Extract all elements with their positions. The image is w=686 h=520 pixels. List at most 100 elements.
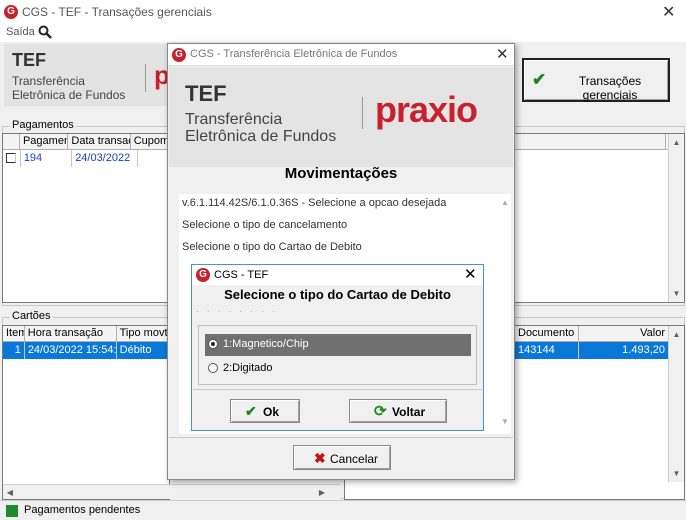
banner-line2: Eletrônica de Fundos [185,128,337,145]
option-label: 2:Digitado [223,362,273,374]
tef-dialog-footer: ✖ Cancelar [169,437,513,479]
scroll-up-icon[interactable]: ▲ [669,138,684,147]
messages-vscroll[interactable]: ▲ ▼ [500,196,510,434]
option-digitado[interactable]: 2:Digitado [205,358,471,380]
header-pagamento[interactable]: Pagamento [20,134,69,149]
app-logo-icon: G [196,268,210,282]
select-dialog-title: CGS - TEF [214,269,269,281]
cancel-x-icon: ✖ [314,450,326,466]
radio-icon[interactable] [208,363,218,373]
cell-valor: 1.493,20 [579,342,669,359]
menu-saida[interactable]: Saída [6,26,35,38]
message-line: v.6.1.114.42S/6.1.0.36S - Selecione a op… [182,197,447,209]
tef-dialog-titlebar: G CGS - Transferência Eletrônica de Fund… [168,44,514,66]
cell-documento: 143144 [515,342,579,359]
header-cupom[interactable]: Cupom [131,134,168,149]
movimentacoes-heading: Movimentações [284,165,398,182]
option-magnetico-chip[interactable]: 1:Magnetico/Chip [205,334,471,356]
status-indicator-icon [6,505,18,517]
banner-divider [362,97,363,129]
header-documento[interactable]: Documento [515,326,579,341]
banner-tef-label: TEF [12,50,46,70]
search-icon[interactable] [38,25,52,39]
select-card-type-dialog: G CGS - TEF ✕ Selecione o tipo do Cartao… [191,264,484,431]
header-valor[interactable]: Valor [579,326,669,341]
status-bar: Pagamentos pendentes [0,500,686,520]
banner-subtitle: Transferência Eletrônica de Fundos [12,74,125,102]
scroll-down-icon[interactable]: ▼ [669,469,684,478]
refresh-icon: ⟳ [374,403,387,420]
cartoes-header: Item Hora transação Tipo movto. [3,326,169,342]
cancelar-button[interactable]: ✖ Cancelar [293,445,391,470]
praxio-logo: praxio [375,89,478,130]
cartoes-vscroll[interactable]: ▲ ▼ [668,326,684,482]
tef-dialog-banner: TEF Transferência Eletrônica de Fundos p… [169,67,513,167]
status-text: Pagamentos pendentes [24,504,141,516]
check-icon: ✔ [245,403,257,419]
header-data-transacao[interactable]: Data transação [68,134,131,149]
pagamentos-grid-right[interactable] [514,133,685,303]
pagamentos-group-label: Pagamentos [10,119,76,131]
row-checkbox[interactable] [6,153,16,163]
cell-pagamento: 194 [21,150,73,167]
scroll-down-icon[interactable]: ▼ [500,417,510,426]
pagamentos-header: Pagamento Data transação Cupom [3,134,168,150]
close-icon[interactable]: ✕ [496,45,509,63]
ok-button[interactable]: ✔ Ok [230,399,300,423]
menu-bar: Saída [0,24,686,42]
close-icon[interactable]: ✕ [464,265,477,283]
header-tipo-movto[interactable]: Tipo movto. [117,326,169,341]
cancelar-label: Cancelar [330,452,379,466]
pagamentos-vscroll[interactable]: ▲ ▼ [668,134,684,302]
message-line: Selecione o tipo de cancelamento [182,219,348,231]
cartoes-grid[interactable]: Item Hora transação Tipo movto. 1 24/03/… [2,325,170,500]
cartoes-group-label: Cartões [10,310,53,322]
select-dialog-footer: ✔ Ok ⟳ Voltar [193,389,482,430]
scroll-left-icon[interactable]: ◀ [5,488,15,497]
scroll-up-icon[interactable]: ▲ [500,198,510,207]
banner-divider [145,64,146,92]
header-check [3,134,20,149]
window-title: CGS - TEF - Transações gerenciais [22,5,212,19]
app-logo-icon: G [172,48,186,62]
cartoes-hscroll[interactable]: ◀ ▶ [3,484,340,499]
scroll-right-icon[interactable]: ▶ [317,488,327,497]
banner-subtitle: Transferência Eletrônica de Fundos [185,111,336,145]
cell-data: 24/03/2022 [72,150,139,167]
voltar-label: Voltar [392,405,426,419]
ok-label: Ok [263,405,280,419]
scroll-up-icon[interactable]: ▲ [669,330,684,339]
radio-icon[interactable] [208,339,218,349]
transacoes-button-label: Transações gerenciais [578,74,642,102]
option-label: 1:Magnetico/Chip [223,338,309,350]
cell-item: 1 [3,342,25,359]
header-hora-transacao[interactable]: Hora transação [25,326,117,341]
app-logo-icon: G [4,5,18,19]
check-icon: ✔ [532,70,547,89]
voltar-button[interactable]: ⟳ Voltar [349,399,447,423]
tef-dialog-title: CGS - Transferência Eletrônica de Fundos [190,48,398,60]
table-row[interactable]: 194 24/03/2022 [3,150,168,167]
header-item[interactable]: Item [3,326,25,341]
select-dialog-heading: Selecione o tipo do Cartao de Debito [224,287,451,302]
banner-line1: Transferência [12,74,85,88]
banner-line2: Eletrônica de Fundos [12,88,126,102]
row-checkbox-cell[interactable] [3,150,21,167]
pagamentos-header-right [514,134,684,150]
close-icon[interactable]: ✕ [662,2,675,22]
cell-hora: 24/03/2022 15:54:16 [24,342,117,359]
banner-line1: Transferência [185,111,283,128]
dotted-separator: · · · · · · · · [196,307,278,316]
banner-tef-label: TEF [185,81,227,106]
table-row[interactable]: 1 24/03/2022 15:54:16 Débito [3,342,169,359]
cell-cupom [138,150,168,167]
tef-banner-main: TEF Transferência Eletrônica de Fundos p [4,44,170,106]
transacoes-gerenciais-button[interactable]: ✔ Transações gerenciais [522,58,670,102]
cell-tipo: Débito [116,342,169,359]
pagamentos-grid[interactable]: Pagamento Data transação Cupom 194 24/03… [2,133,169,303]
message-line: Selecione o tipo do Cartao de Debito [182,241,362,253]
main-titlebar: G CGS - TEF - Transações gerenciais ✕ [0,0,686,24]
select-dialog-titlebar: G CGS - TEF ✕ [192,265,483,285]
options-group: 1:Magnetico/Chip 2:Digitado [198,325,477,385]
scroll-down-icon[interactable]: ▼ [669,289,684,298]
